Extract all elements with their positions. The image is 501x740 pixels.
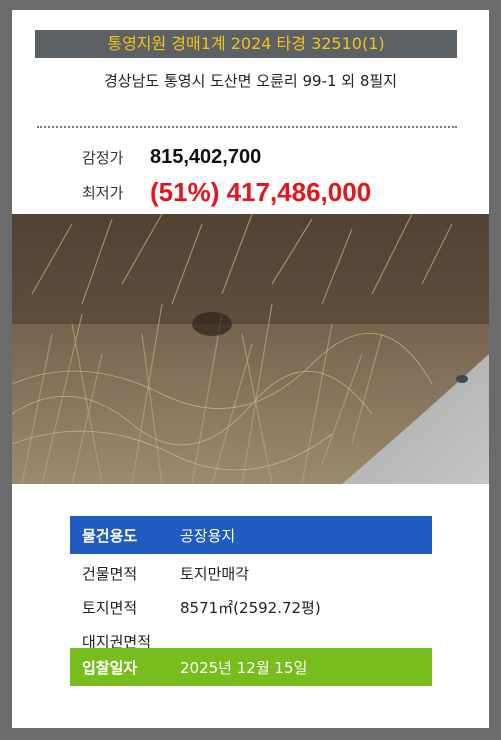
- minimum-label: 최저가: [82, 184, 124, 202]
- appraised-label: 감정가: [82, 149, 124, 167]
- usage-label: 물건용도: [82, 526, 138, 545]
- property-photo: [12, 214, 489, 484]
- usage-row: 물건용도 공장용지: [70, 516, 432, 554]
- detail-rows: 건물면적 토지만매각 토지면적 8571㎡(2592.72평) 대지권면적: [70, 556, 432, 658]
- land-area-row: 토지면적 8571㎡(2592.72평): [70, 590, 432, 624]
- bid-date-row: 입찰일자 2025년 12월 15일: [70, 648, 432, 686]
- bid-date-value: 2025년 12월 15일: [180, 658, 308, 677]
- appraised-price-row: 감정가 815,402,700: [82, 146, 261, 169]
- appraised-value: 815,402,700: [150, 146, 262, 168]
- land-area-label: 토지면적: [82, 598, 138, 617]
- building-area-value: 토지만매각: [180, 564, 250, 583]
- bid-date-label: 입찰일자: [82, 658, 138, 677]
- building-area-row: 건물면적 토지만매각: [70, 556, 432, 590]
- auction-card: 통영지원 경매1계 2024 타경 32510(1) 경상남도 통영시 도산면 …: [12, 10, 489, 728]
- minimum-value: (51%) 417,486,000: [150, 177, 372, 207]
- property-address: 경상남도 통영시 도산면 오륜리 99-1 외 8필지: [104, 72, 397, 90]
- building-area-label: 건물면적: [82, 564, 138, 583]
- land-photo-image: [12, 214, 489, 484]
- land-area-value: 8571㎡(2592.72평): [180, 598, 321, 617]
- minimum-price-row: 최저가 (51%) 417,486,000: [82, 177, 371, 208]
- usage-value: 공장용지: [180, 526, 236, 545]
- dotted-divider: [37, 126, 457, 128]
- case-title: 통영지원 경매1계 2024 타경 32510(1): [35, 30, 457, 58]
